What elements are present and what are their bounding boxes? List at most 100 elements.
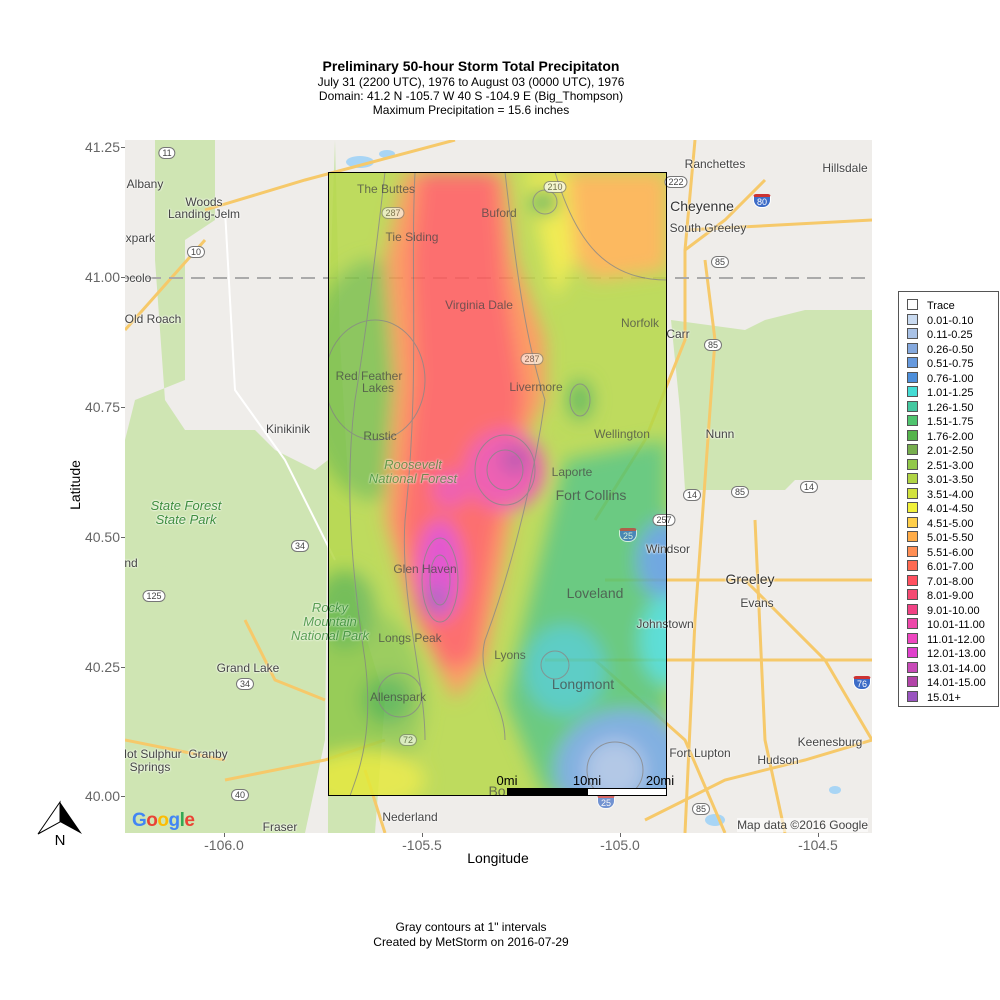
park-label: State Forest State Park [151,499,222,527]
legend-item: 12.01-13.00 [907,647,986,661]
y-tick-mark [121,796,125,797]
legend-swatch [907,618,918,629]
legend-swatch [907,502,918,513]
legend-item: 11.01-12.00 [907,632,985,647]
route-shield: 14 [799,481,819,493]
legend-label: 1.01-1.25 [927,387,974,399]
y-tick-label: 41.25 [84,139,120,155]
legend-item: 1.51-1.75 [907,415,973,429]
x-tick-label: -106.0 [204,837,244,853]
legend-swatch [907,415,918,426]
legend-label: 12.01-13.00 [927,648,986,660]
legend-label: 11.01-12.00 [927,633,985,646]
route-shield: 34 [235,678,255,690]
legend-item: 6.01-7.00 [907,560,973,574]
x-tick-label: -105.5 [402,837,442,853]
x-tick-mark [818,833,819,837]
legend-label: 0.11-0.25 [927,329,973,341]
legend-swatch [907,516,918,528]
legend-item: 5.01-5.50 [907,531,973,545]
legend-item: 15.01+ [907,690,961,705]
legend-swatch [907,690,918,702]
x-tick-mark [620,833,621,837]
x-tick-mark [422,833,423,837]
park-label-line: State Park [155,512,217,527]
subtitle-max: Maximum Precipitation = 15.6 inches [372,103,570,117]
legend-swatch [907,429,918,441]
route-shield: 85 [730,486,750,498]
place-label: Landing-Jelm [167,207,241,221]
legend-label: 0.76-1.00 [927,372,974,385]
legend-item: 0.01-0.10 [907,313,973,328]
route-shield: 85 [691,803,711,815]
legend-item: 0.76-1.00 [907,371,974,386]
y-tick-mark [121,147,125,148]
scale-bar-white [587,788,667,796]
legend-swatch [907,299,918,310]
figure: Preliminary 50-hour Storm Total Precipit… [0,0,1000,1000]
legend-item: 2.51-3.00 [907,458,974,473]
y-tick-mark [121,537,125,538]
legend-item: 5.51-6.00 [907,545,974,560]
legend-item: 7.01-8.00 [907,574,973,589]
domain-rectangle [328,172,667,796]
legend-swatch [907,531,918,542]
place-label: Keenesburg [797,735,863,749]
place-label: Nederland [382,810,438,824]
north-arrow-icon [37,800,82,835]
legend-item: 9.01-10.00 [907,603,980,618]
y-tick-label: 40.25 [84,659,120,675]
route-shield: 11 [158,147,176,159]
legend-item: 0.11-0.25 [907,328,973,342]
legend-label: 5.51-6.00 [927,546,974,559]
y-tick-label: 40.50 [84,529,120,545]
legend-swatch [907,458,918,470]
legend-swatch [907,676,918,687]
legend-swatch [907,487,918,499]
legend-swatch [907,574,918,586]
park-label-line: State Forest [150,498,222,513]
legend-item: Trace [907,299,955,313]
y-tick-mark [121,277,125,278]
place-label: Hudson [757,753,799,767]
place-label: South Greeley [669,221,747,235]
legend-label: 1.51-1.75 [927,416,974,428]
legend-item: 4.51-5.00 [907,516,973,531]
map-attribution: Map data ©2016 Google [737,818,868,832]
y-tick-mark [121,667,125,668]
place-label: Springs [129,760,171,774]
legend-swatch [907,589,918,600]
legend-label: 2.51-3.00 [927,459,974,472]
route-shield: 40 [230,789,250,801]
place-label: Hillsdale [822,161,868,175]
scale-label: 20mi [645,773,675,788]
legend-swatch [907,342,918,354]
y-tick-label: 40.00 [84,788,120,804]
x-tick-mark [224,833,225,837]
legend-label: 1.26-1.50 [927,401,974,414]
x-tick-label: -105.0 [600,837,640,853]
legend-label: 3.01-3.50 [927,474,974,486]
legend-item: 3.01-3.50 [907,473,973,487]
legend-label: 6.01-7.00 [927,561,974,573]
legend-swatch [907,328,918,339]
chart-title: Preliminary 50-hour Storm Total Precipit… [322,58,620,74]
x-axis-title: Longitude [467,850,529,866]
legend-swatch [907,603,918,615]
place-label: Kinikinik [265,422,311,436]
place-label: Fraser [262,820,298,833]
legend-label: 0.26-0.50 [927,343,974,356]
legend-item: 8.01-9.00 [907,589,973,603]
y-tick-mark [121,407,125,408]
y-tick-label: 40.75 [84,399,120,415]
route-shield: 34 [290,540,310,552]
legend-item: 0.51-0.75 [907,357,973,371]
legend-label: 15.01+ [927,691,961,704]
google-logo: Google [132,810,195,831]
y-tick-label: 41.00 [84,269,120,285]
place-label: Nunn [705,427,735,441]
legend-label: 5.01-5.50 [927,532,974,544]
legend-item: 3.51-4.00 [907,487,973,502]
place-label: Hot Sulphur [125,747,182,761]
subtitle-domain: Domain: 41.2 N -105.7 W 40 S -104.9 E (B… [318,89,624,103]
